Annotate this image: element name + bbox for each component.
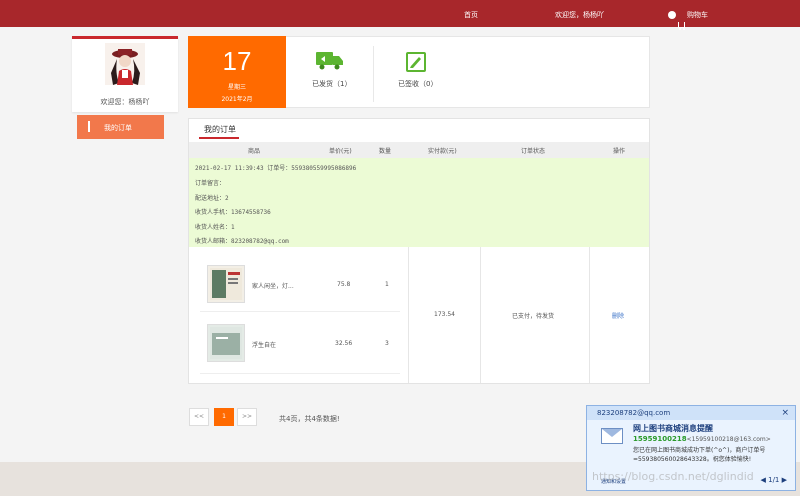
book-cover-image[interactable] — [207, 324, 245, 362]
nav-welcome-text[interactable]: 欢迎您，杨杨吖 — [555, 10, 604, 20]
date-month: 2021年2月 — [221, 96, 253, 103]
popup-phone: 15959100218<15959100218@163.com> — [633, 435, 771, 443]
profile-welcome: 欢迎您：杨杨吖 — [100, 98, 150, 106]
truck-icon — [316, 52, 343, 70]
divider — [373, 46, 374, 102]
order-phone: 收货人手机：13674558736 — [195, 209, 271, 216]
sidebar-item-label: 我的订单 — [104, 124, 132, 132]
tab-my-orders[interactable]: 我的订单 — [204, 124, 236, 135]
date-box: 17 星期三 2021年2月 — [188, 36, 286, 108]
order-email: 收货人邮箱：823208782@qq.com — [195, 238, 289, 245]
date-weekday: 星期三 — [227, 84, 246, 91]
avatar — [105, 43, 145, 85]
col-header-paid: 实付款(元) — [428, 148, 457, 155]
received-count[interactable]: 已签收（0） — [398, 79, 437, 89]
active-marker — [88, 121, 90, 132]
item-price: 32.56 — [335, 340, 353, 347]
nav-home-link[interactable]: 首页 — [464, 10, 478, 20]
order-address: 配送地址：2 — [195, 195, 229, 202]
col-header-price: 单价(元) — [329, 148, 352, 155]
item-price: 75.8 — [337, 281, 351, 288]
pagination-prev[interactable]: << — [189, 408, 209, 426]
nav-cart-link[interactable]: 0 购物车 — [668, 10, 708, 30]
cart-icon — [678, 22, 685, 30]
order-status: 已支付，待发货 — [512, 313, 555, 320]
shipped-count[interactable]: 已发货（1） — [312, 79, 351, 89]
popup-title[interactable]: 网上图书商城消息提醒 — [633, 423, 713, 434]
col-header-action: 操作 — [613, 148, 626, 155]
cart-label: 购物车 — [687, 11, 708, 19]
profile-card: 欢迎您：杨杨吖 — [72, 36, 178, 112]
item-divider — [200, 373, 400, 374]
item-divider — [200, 311, 400, 312]
order-total: 173.54 — [434, 311, 455, 318]
popup-pager[interactable]: ◀ 1/1 ▶ — [761, 476, 787, 484]
date-day: 17 — [222, 46, 252, 76]
order-message: 订单留言： — [195, 180, 226, 187]
mail-icon — [601, 428, 623, 444]
item-qty: 1 — [385, 281, 389, 288]
sidebar-item-my-orders[interactable]: 我的订单 — [77, 115, 164, 139]
tab-underline — [199, 137, 239, 139]
pencil-check-icon — [406, 52, 426, 72]
pagination-summary: 共4页，共4条数据! — [279, 415, 340, 423]
close-icon[interactable]: × — [781, 408, 789, 418]
item-title[interactable]: 家人闲坐，灯... — [252, 281, 294, 290]
cell-divider — [408, 247, 409, 383]
col-header-status: 订单状态 — [521, 148, 546, 155]
popup-phone-number: 15959100218 — [633, 435, 687, 443]
col-header-product: 商品 — [248, 148, 261, 155]
pagination-page-1[interactable]: 1 — [214, 408, 234, 426]
watermark: https://blog.csdn.net/dglindid — [592, 470, 754, 483]
item-title[interactable]: 浮生自在 — [252, 340, 276, 349]
pagination-next[interactable]: >> — [237, 408, 257, 426]
delete-order-link[interactable]: 删除 — [612, 311, 624, 320]
order-receiver-name: 收货人姓名：1 — [195, 224, 235, 231]
popup-phone-email: <15959100218@163.com> — [686, 436, 771, 443]
book-cover-image[interactable] — [207, 265, 245, 303]
top-nav-bar: 首页 欢迎您，杨杨吖 0 购物车 — [0, 0, 800, 30]
cell-divider — [480, 247, 481, 383]
cart-count-badge: 0 — [668, 11, 676, 19]
cell-divider — [589, 247, 590, 383]
item-qty: 3 — [385, 340, 389, 347]
popup-message: 您已在网上图书商城成功下单(^o^)，商户订单号=559380560028643… — [633, 447, 766, 463]
col-header-qty: 数量 — [379, 148, 392, 155]
popup-sender: 823208782@qq.com — [597, 409, 671, 417]
order-time-number: 2021-02-17 11:39:43 订单号：5593805599950868… — [195, 165, 357, 172]
